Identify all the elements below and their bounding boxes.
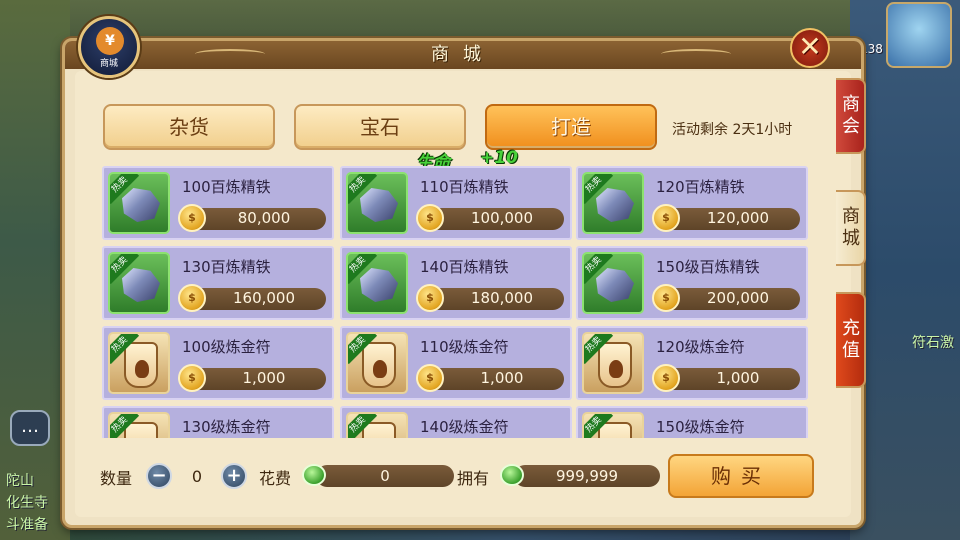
item-card[interactable]: 热卖 110级炼金符 $ 1,000 xyxy=(340,326,572,400)
item-card[interactable]: 热卖 110百炼精铁 $ 100,000 xyxy=(340,166,572,240)
item-name: 140百炼精铁 xyxy=(420,258,509,276)
coin-icon: $ xyxy=(416,204,444,232)
bg-label-1: 陀山 xyxy=(6,473,34,489)
ore-icon: 热卖 xyxy=(108,172,170,234)
ingot-icon xyxy=(500,464,524,486)
window-title: 商城 xyxy=(431,44,495,65)
tab-grocery[interactable]: 杂货 xyxy=(103,104,275,150)
item-card[interactable]: 热卖 130百炼精铁 $ 160,000 xyxy=(102,246,334,320)
coin-icon: $ xyxy=(416,364,444,392)
money-bag-icon: ¥ xyxy=(96,27,124,55)
ore-icon: 热卖 xyxy=(108,252,170,314)
item-price: 200,000 xyxy=(706,289,770,307)
item-grid: 热卖 100百炼精铁 $ 80,000 热卖 110百炼精铁 $ 100,000… xyxy=(102,166,812,438)
item-name: 120级炼金符 xyxy=(656,338,745,356)
shop-badge: ¥ 商城 xyxy=(78,16,140,78)
player-portrait[interactable] xyxy=(886,2,952,68)
item-name: 150级百炼精铁 xyxy=(656,258,760,276)
item-name: 130级炼金符 xyxy=(182,418,271,436)
talisman-icon: 热卖 xyxy=(346,412,408,438)
coin-icon: $ xyxy=(178,204,206,232)
item-name: 100百炼精铁 xyxy=(182,178,271,196)
tab-recharge[interactable]: 充值 xyxy=(836,292,866,388)
talisman-icon: 热卖 xyxy=(108,332,170,394)
talisman-icon: 热卖 xyxy=(582,332,644,394)
item-card[interactable]: 热卖 120级炼金符 $ 1,000 xyxy=(576,326,808,400)
item-price: 1,000 xyxy=(242,369,286,387)
item-card[interactable]: 热卖 120百炼精铁 $ 120,000 xyxy=(576,166,808,240)
bg-label-2: 化生寺 xyxy=(6,495,48,511)
tab-forge[interactable]: 打造 xyxy=(485,104,657,150)
coin-icon: $ xyxy=(416,284,444,312)
tab-chamber-of-commerce[interactable]: 商会 xyxy=(836,78,866,154)
item-price: 1,000 xyxy=(480,369,524,387)
tab-mall[interactable]: 商城 xyxy=(836,190,866,266)
item-name: 110级炼金符 xyxy=(420,338,509,356)
minus-button[interactable]: − xyxy=(146,463,172,489)
bg-label-3: 斗准备 xyxy=(6,517,48,533)
item-card[interactable]: 热卖 140级炼金符 xyxy=(340,406,572,438)
talisman-icon: 热卖 xyxy=(346,332,408,394)
talisman-icon: 热卖 xyxy=(582,412,644,438)
item-name: 120百炼精铁 xyxy=(656,178,745,196)
title-bar: 商城 xyxy=(65,41,861,69)
ore-icon: 热卖 xyxy=(346,172,408,234)
quantity-label: 数量 xyxy=(100,469,133,488)
item-card[interactable]: 热卖 140百炼精铁 $ 180,000 xyxy=(340,246,572,320)
coin-icon: $ xyxy=(652,204,680,232)
close-button[interactable]: ✕ xyxy=(790,28,830,68)
owned-label: 拥有 xyxy=(457,469,490,488)
coin-icon: $ xyxy=(178,364,206,392)
coin-icon: $ xyxy=(652,284,680,312)
item-price: 160,000 xyxy=(232,289,296,307)
title-ornament-right xyxy=(661,49,731,59)
item-card[interactable]: 热卖 150级炼金符 xyxy=(576,406,808,438)
title-ornament-left xyxy=(195,49,265,59)
item-price: 80,000 xyxy=(237,209,291,227)
item-name: 110百炼精铁 xyxy=(420,178,509,196)
ingot-icon xyxy=(302,464,326,486)
item-price: 1,000 xyxy=(716,369,760,387)
item-price: 120,000 xyxy=(706,209,770,227)
item-name: 130百炼精铁 xyxy=(182,258,271,276)
coin-icon: $ xyxy=(178,284,206,312)
ore-icon: 热卖 xyxy=(346,252,408,314)
item-name: 140级炼金符 xyxy=(420,418,509,436)
float-value: +10 xyxy=(480,148,518,168)
coin-icon: $ xyxy=(652,364,680,392)
tab-gems[interactable]: 宝石 xyxy=(294,104,466,150)
item-card[interactable]: 热卖 130级炼金符 xyxy=(102,406,334,438)
talisman-icon: 热卖 xyxy=(108,412,170,438)
item-price: 180,000 xyxy=(470,289,534,307)
event-time-remaining: 活动剩余 2天1小时 xyxy=(672,122,793,138)
shop-badge-label: 商城 xyxy=(99,59,118,69)
bg-label-right: 符石激 xyxy=(912,335,954,351)
chat-icon[interactable]: … xyxy=(10,410,50,446)
game-scene-left xyxy=(0,0,70,540)
item-price: 100,000 xyxy=(470,209,534,227)
cost-value: 0 xyxy=(316,465,454,487)
item-name: 100级炼金符 xyxy=(182,338,271,356)
item-card[interactable]: 热卖 150级百炼精铁 $ 200,000 xyxy=(576,246,808,320)
game-scene-right xyxy=(850,0,960,540)
item-card[interactable]: 热卖 100级炼金符 $ 1,000 xyxy=(102,326,334,400)
ore-icon: 热卖 xyxy=(582,252,644,314)
plus-button[interactable]: + xyxy=(221,463,247,489)
owned-value: 999,999 xyxy=(514,465,660,487)
quantity-field[interactable]: 0 xyxy=(174,465,220,489)
buy-button[interactable]: 购买 xyxy=(668,454,814,498)
item-card[interactable]: 热卖 100百炼精铁 $ 80,000 xyxy=(102,166,334,240)
cost-label: 花费 xyxy=(259,469,292,488)
ore-icon: 热卖 xyxy=(582,172,644,234)
item-name: 150级炼金符 xyxy=(656,418,745,436)
